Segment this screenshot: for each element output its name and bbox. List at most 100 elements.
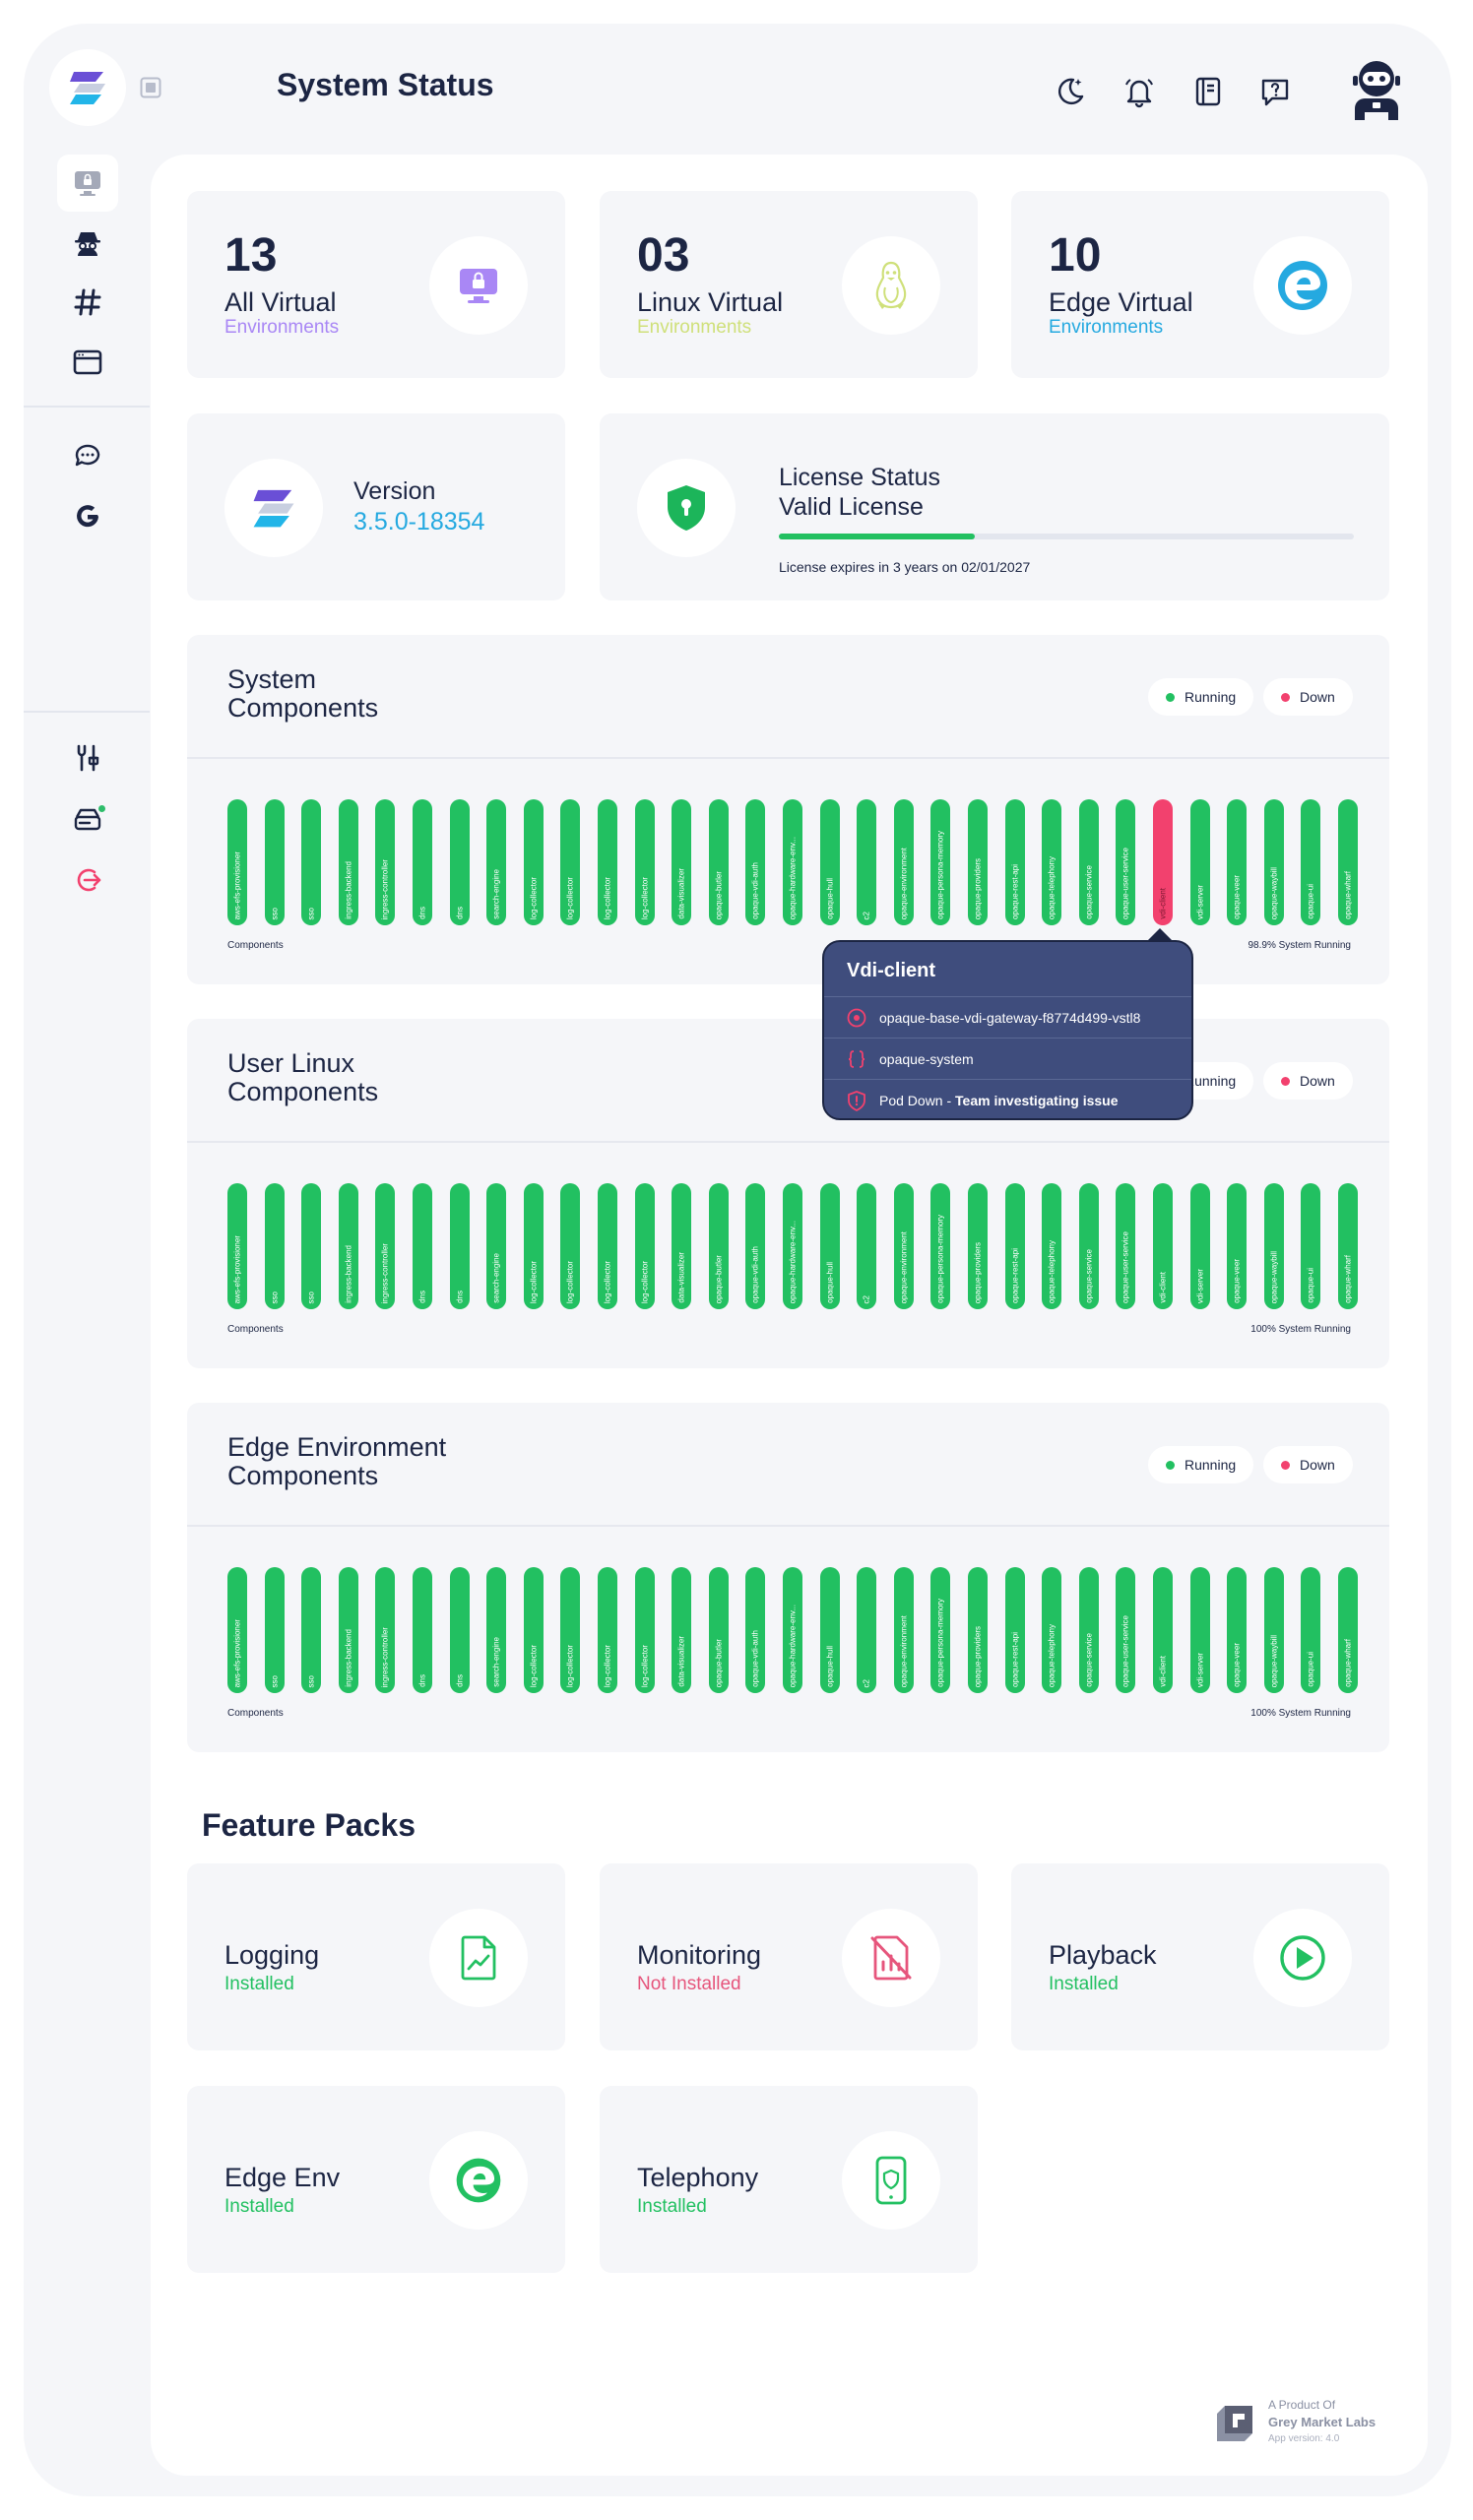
component-bar[interactable]: opaque-butler [708,1567,729,1693]
sidebar-item-virtual-environments[interactable] [57,155,118,212]
stat-card-linux-virtual[interactable]: 03 Linux Virtual Environments [600,191,978,378]
component-bar[interactable]: opaque-butler [708,799,729,925]
component-bar[interactable]: log-collector [523,1567,544,1693]
component-bar[interactable]: opaque-user-service [1116,1183,1136,1309]
sidebar-item-logout[interactable] [57,851,118,909]
component-bar[interactable]: opaque-providers [968,1183,988,1309]
component-bar[interactable]: opaque-wharf [1338,1567,1358,1693]
component-bar[interactable]: log-collector [634,1183,655,1309]
component-bar[interactable]: aws-efs-provisioner [227,1183,247,1309]
component-bar[interactable]: opaque-service [1078,1567,1099,1693]
component-bar[interactable]: sso [264,1183,285,1309]
component-bar[interactable]: vdi-server [1189,1567,1210,1693]
component-bar[interactable]: opaque-wharf [1338,799,1358,925]
component-bar[interactable]: opaque-service [1078,1183,1099,1309]
component-bar[interactable]: opaque-wharf [1338,1183,1358,1309]
user-avatar-icon[interactable] [1347,57,1406,120]
sidebar-item-chat[interactable] [57,426,118,483]
component-bar[interactable]: opaque-veer [1227,1183,1248,1309]
component-bar[interactable]: log-collector [560,799,581,925]
component-bar[interactable]: ingress-backend [338,1183,358,1309]
component-bar[interactable]: opaque-hardware-env... [783,799,802,925]
component-bar[interactable]: search-engine [486,1183,507,1309]
component-bar[interactable]: ingress-controller [375,799,396,925]
component-bar[interactable]: dns [413,1567,432,1693]
component-bar[interactable]: opaque-environment [893,799,914,925]
component-bar[interactable]: opaque-user-service [1116,1567,1136,1693]
component-bar[interactable]: dns [449,1567,470,1693]
component-bar[interactable]: opaque-persona-memory [930,799,951,925]
component-bar[interactable]: dns [413,799,432,925]
component-bar[interactable]: opaque-rest-api [1004,799,1025,925]
sidebar-item-incognito[interactable] [57,214,118,271]
component-bar[interactable]: opaque-providers [968,799,988,925]
component-bar[interactable]: sso [301,1183,322,1309]
component-bar[interactable]: data-visualizer [672,1183,692,1309]
sidebar-item-google[interactable] [57,488,118,545]
component-bar[interactable]: opaque-persona-memory [930,1567,951,1693]
feature-pack-playback[interactable]: Playback Installed [1011,1863,1389,2050]
component-bar[interactable]: opaque-vdi-auth [745,1183,766,1309]
notifications-icon[interactable] [1122,75,1156,108]
component-bar[interactable]: opaque-waybill [1263,799,1284,925]
component-bar[interactable]: c2 [857,1183,877,1309]
component-bar[interactable]: opaque-rest-api [1004,1183,1025,1309]
component-bar[interactable]: opaque-ui [1301,1183,1321,1309]
component-bar[interactable]: dns [449,1183,470,1309]
component-bar[interactable]: ingress-backend [338,1567,358,1693]
component-bar[interactable]: opaque-veer [1227,799,1248,925]
help-icon[interactable] [1258,75,1292,108]
component-bar[interactable]: vdi-client [1153,1183,1173,1309]
component-bar[interactable]: opaque-ui [1301,799,1321,925]
sidebar-item-tools[interactable] [57,729,118,787]
component-bar[interactable]: opaque-telephony [1042,799,1062,925]
component-bar[interactable]: opaque-hull [819,799,840,925]
component-bar[interactable]: opaque-hardware-env... [783,1183,802,1309]
documentation-icon[interactable] [1191,75,1225,108]
component-bar[interactable]: sso [264,1567,285,1693]
component-bar[interactable]: opaque-telephony [1042,1567,1062,1693]
component-bar[interactable]: opaque-telephony [1042,1183,1062,1309]
stat-card-edge-virtual[interactable]: 10 Edge Virtual Environments [1011,191,1389,378]
component-bar[interactable]: dns [449,799,470,925]
component-bar[interactable]: opaque-ui [1301,1567,1321,1693]
component-bar[interactable]: opaque-butler [708,1183,729,1309]
component-bar[interactable]: log-collector [560,1183,581,1309]
sidebar-item-storage[interactable] [57,791,118,849]
collapse-sidebar-icon[interactable] [140,77,161,98]
component-bar[interactable]: c2 [857,799,877,925]
component-bar[interactable]: search-engine [486,1567,507,1693]
feature-pack-edge-env[interactable]: Edge Env Installed [187,2086,565,2273]
stat-card-all-virtual[interactable]: 13 All Virtual Environments [187,191,565,378]
component-bar[interactable]: data-visualizer [672,1567,692,1693]
component-bar[interactable]: opaque-persona-memory [930,1183,951,1309]
component-bar[interactable]: opaque-user-service [1116,799,1136,925]
feature-pack-telephony[interactable]: Telephony Installed [600,2086,978,2273]
feature-pack-logging[interactable]: Logging Installed [187,1863,565,2050]
component-bar[interactable]: opaque-waybill [1263,1567,1284,1693]
feature-pack-monitoring[interactable]: Monitoring Not Installed [600,1863,978,2050]
component-bar[interactable]: sso [264,799,285,925]
component-bar[interactable]: opaque-hull [819,1567,840,1693]
component-bar[interactable]: log-collector [560,1567,581,1693]
component-bar[interactable]: sso [301,1567,322,1693]
sidebar-item-channels[interactable] [57,274,118,331]
component-bar[interactable]: aws-efs-provisioner [227,1567,247,1693]
component-bar[interactable]: opaque-environment [893,1567,914,1693]
app-logo[interactable] [49,49,126,126]
component-bar[interactable]: log-collector [598,1567,617,1693]
component-bar[interactable]: ingress-backend [338,799,358,925]
component-bar[interactable]: ingress-controller [375,1183,396,1309]
component-bar[interactable]: opaque-rest-api [1004,1567,1025,1693]
component-bar[interactable]: log-collector [634,1567,655,1693]
component-bar[interactable]: opaque-waybill [1263,1183,1284,1309]
component-bar[interactable]: opaque-providers [968,1567,988,1693]
component-bar[interactable]: log-collector [523,1183,544,1309]
component-bar[interactable]: c2 [857,1567,877,1693]
component-bar[interactable]: search-engine [486,799,507,925]
component-bar[interactable]: opaque-hull [819,1183,840,1309]
component-bar[interactable]: opaque-hardware-env... [783,1567,802,1693]
sidebar-item-browser[interactable] [57,334,118,391]
component-bar[interactable]: opaque-environment [893,1183,914,1309]
dark-mode-icon[interactable] [1054,75,1087,108]
